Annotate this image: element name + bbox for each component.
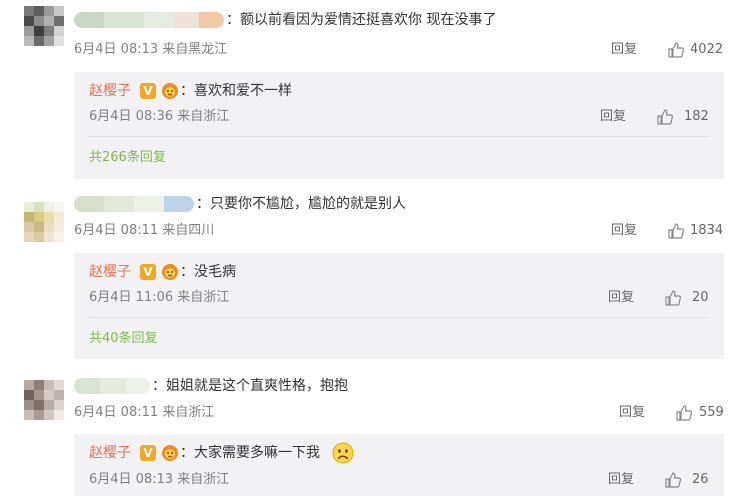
reply-button[interactable]: 回复 (608, 289, 634, 307)
lion-fan-badge-icon (162, 264, 178, 280)
avatar[interactable] (24, 6, 64, 46)
lion-fan-badge-icon (162, 445, 178, 461)
reply-author[interactable]: 赵樱子 (89, 81, 131, 101)
verified-v-icon: V (140, 264, 156, 280)
thumbs-up-icon[interactable] (667, 41, 685, 59)
comment-meta: 6月4日 08:11 来自四川 (74, 223, 215, 238)
reply-text: ：没毛病 (180, 264, 236, 280)
reply-button[interactable]: 回复 (619, 404, 645, 422)
comment-text: ：姐姐就是这个直爽性格，抱抱 (152, 378, 348, 394)
lion-fan-badge-icon (162, 83, 178, 99)
username-blurred[interactable] (74, 378, 150, 394)
comment-meta: 6月4日 08:11 来自浙江 (74, 405, 215, 420)
comment-text: ：只要你不尴尬，尴尬的就是别人 (196, 196, 406, 212)
reply-box: 赵樱子 V ：喜欢和爱不一样 6月4日 08:36 来自浙江 回复 182 共2… (74, 72, 724, 179)
like-count: 1834 (690, 223, 724, 238)
like-count: 20 (692, 290, 709, 305)
reply-button[interactable]: 回复 (611, 41, 637, 59)
reply-button[interactable]: 回复 (608, 471, 634, 489)
thumbs-up-icon[interactable] (675, 404, 693, 422)
username-blurred[interactable] (74, 12, 224, 28)
thumbs-up-icon[interactable] (656, 108, 674, 126)
verified-v-icon: V (140, 445, 156, 461)
reply-author[interactable]: 赵樱子 (89, 262, 131, 282)
like-count: 182 (684, 109, 709, 124)
reply-text: ：喜欢和爱不一样 (180, 83, 292, 99)
reply-meta: 6月4日 08:36 来自浙江 (89, 109, 230, 124)
sad-face-emoji (332, 442, 354, 464)
reply-box: 赵樱子 V ：大家需要多嘛一下我 6月4日 08:13 来自浙江 回复 26 (74, 434, 724, 496)
like-count: 4022 (690, 42, 724, 57)
avatar[interactable] (24, 380, 64, 420)
divider (89, 317, 709, 318)
reply-meta: 6月4日 08:13 来自浙江 (89, 472, 230, 487)
avatar[interactable] (24, 202, 64, 242)
reply-button[interactable]: 回复 (600, 108, 626, 126)
comment-meta: 6月4日 08:13 来自黑龙江 (74, 42, 228, 57)
thumbs-up-icon[interactable] (664, 289, 682, 307)
comment-text: ：额以前看因为爱情还挺喜欢你 现在没事了 (226, 12, 497, 28)
divider (89, 136, 709, 137)
reply-author[interactable]: 赵樱子 (89, 443, 131, 463)
verified-v-icon: V (140, 83, 156, 99)
reply-meta: 6月4日 11:06 来自浙江 (89, 290, 230, 305)
thumbs-up-icon[interactable] (664, 471, 682, 489)
username-blurred[interactable] (74, 196, 194, 212)
thumbs-up-icon[interactable] (667, 222, 685, 240)
like-count: 26 (692, 472, 709, 487)
view-more-replies-link[interactable]: 共266条回复 (89, 149, 166, 167)
reply-button[interactable]: 回复 (611, 222, 637, 240)
like-count: 559 (699, 405, 724, 420)
reply-box: 赵樱子 V ：没毛病 6月4日 11:06 来自浙江 回复 20 共40条回复 (74, 253, 724, 359)
view-more-replies-link[interactable]: 共40条回复 (89, 330, 158, 348)
reply-text: ：大家需要多嘛一下我 (180, 445, 320, 461)
